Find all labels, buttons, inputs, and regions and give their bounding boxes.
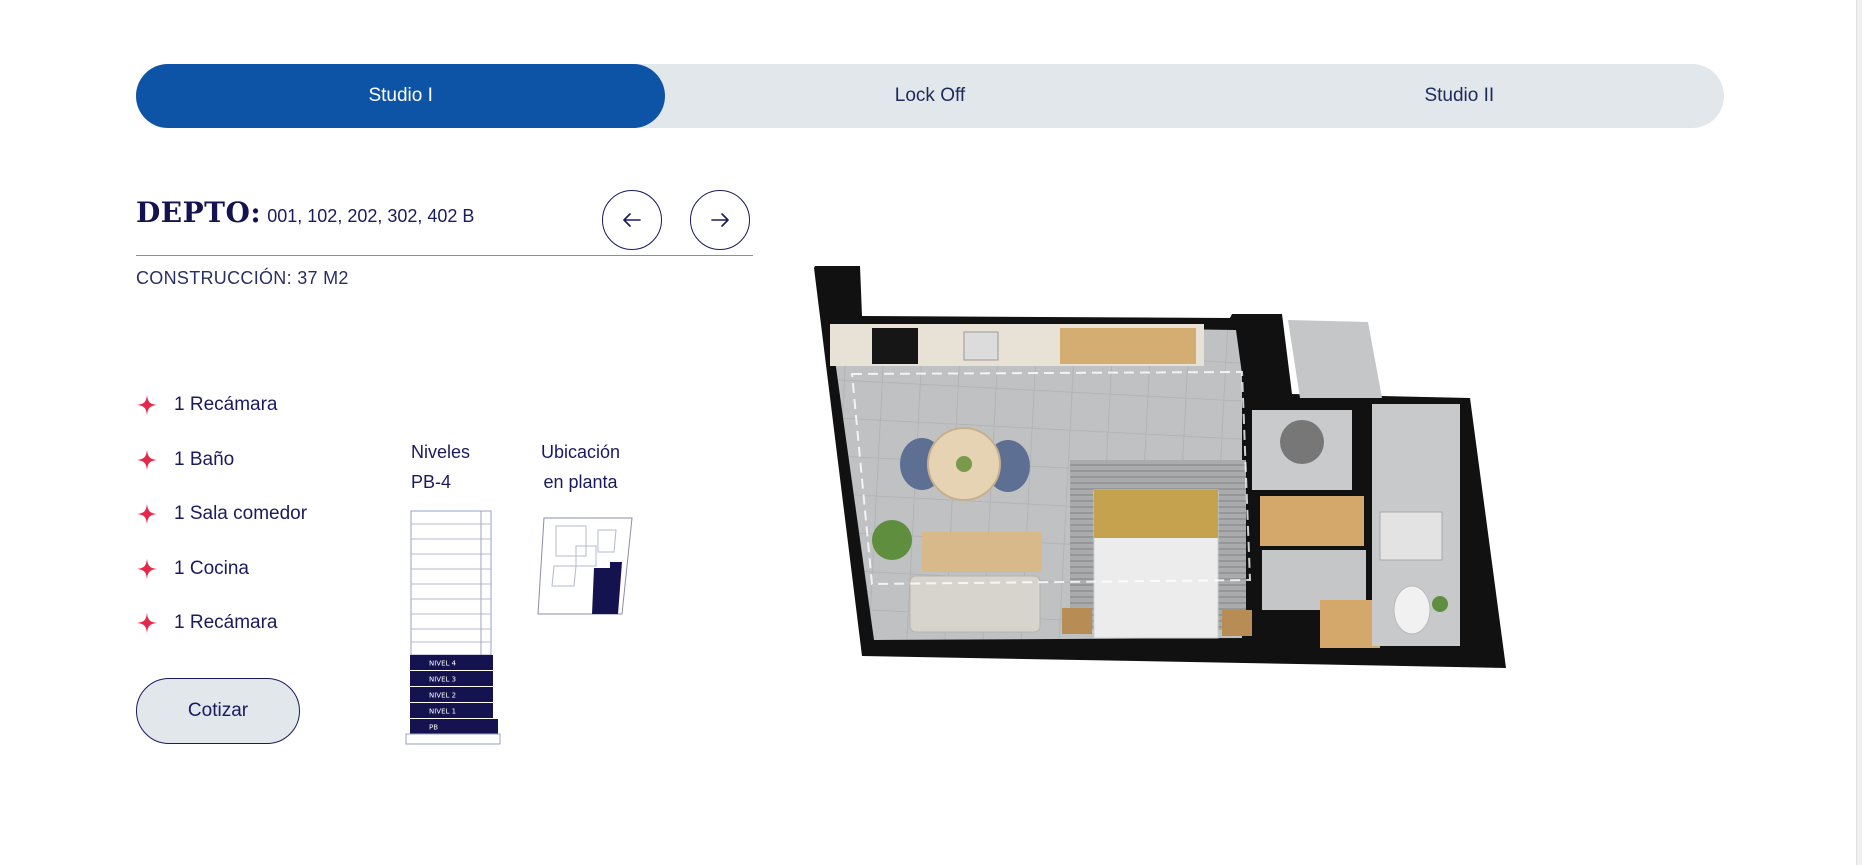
- levels-title-line1: Niveles: [411, 442, 471, 462]
- floor-location-minimap: [537, 517, 633, 615]
- next-unit-button[interactable]: [690, 190, 750, 250]
- feature-item: 1 Baño: [136, 433, 307, 488]
- four-point-star-icon: [136, 613, 158, 634]
- page-scrollbar[interactable]: [1856, 0, 1862, 865]
- feature-label: 1 Recámara: [174, 394, 278, 416]
- building-levels-diagram: NIVEL 4 NIVEL 3 NIVEL 2 NIVEL 1 PB: [405, 510, 501, 745]
- level-label: NIVEL 4: [429, 660, 457, 668]
- location-title-line1: Ubicación: [541, 442, 621, 462]
- level-label: PB: [429, 724, 438, 732]
- depto-label: DEPTO:: [136, 196, 262, 229]
- four-point-star-icon: [136, 504, 158, 525]
- floor-plan-image: [814, 266, 1506, 668]
- depto-heading: DEPTO: 001, 102, 202, 302, 402 B: [136, 196, 474, 229]
- arrow-right-icon: [711, 213, 729, 227]
- feature-item: 1 Recámara: [136, 378, 307, 433]
- level-label: NIVEL 2: [429, 692, 456, 700]
- header-divider: [136, 255, 753, 256]
- feature-item: 1 Sala comedor: [136, 487, 307, 542]
- levels-title: Niveles PB-4: [411, 437, 470, 497]
- construction-area: CONSTRUCCIÓN: 37 M2: [136, 268, 349, 288]
- feature-label: 1 Baño: [174, 448, 235, 470]
- arrow-left-icon: [623, 213, 641, 227]
- location-title: Ubicación en planta: [541, 437, 620, 497]
- cotizar-button[interactable]: Cotizar: [136, 678, 300, 744]
- prev-unit-button[interactable]: [602, 190, 662, 250]
- levels-title-line2: PB-4: [411, 472, 452, 492]
- tab-studio-i[interactable]: Studio I: [136, 64, 666, 128]
- four-point-star-icon: [136, 395, 158, 416]
- four-point-star-icon: [136, 449, 158, 470]
- feature-item: 1 Recámara: [136, 596, 307, 651]
- tab-studio-ii[interactable]: Studio II: [1195, 64, 1724, 128]
- feature-label: 1 Cocina: [174, 557, 249, 579]
- feature-label: 1 Sala comedor: [174, 503, 308, 525]
- level-label: NIVEL 1: [429, 708, 456, 716]
- level-label: NIVEL 3: [429, 676, 456, 684]
- location-title-line2: en planta: [543, 472, 618, 492]
- feature-label: 1 Recámara: [174, 612, 278, 634]
- unit-type-tabs: Studio I Lock Off Studio II: [136, 64, 1724, 128]
- four-point-star-icon: [136, 558, 158, 579]
- depto-numbers: 001, 102, 202, 302, 402 B: [267, 206, 475, 226]
- tab-lock-off[interactable]: Lock Off: [665, 64, 1194, 128]
- feature-item: 1 Cocina: [136, 542, 307, 597]
- feature-list: 1 Recámara 1 Baño 1 Sala comedor 1 Cocin…: [136, 378, 307, 651]
